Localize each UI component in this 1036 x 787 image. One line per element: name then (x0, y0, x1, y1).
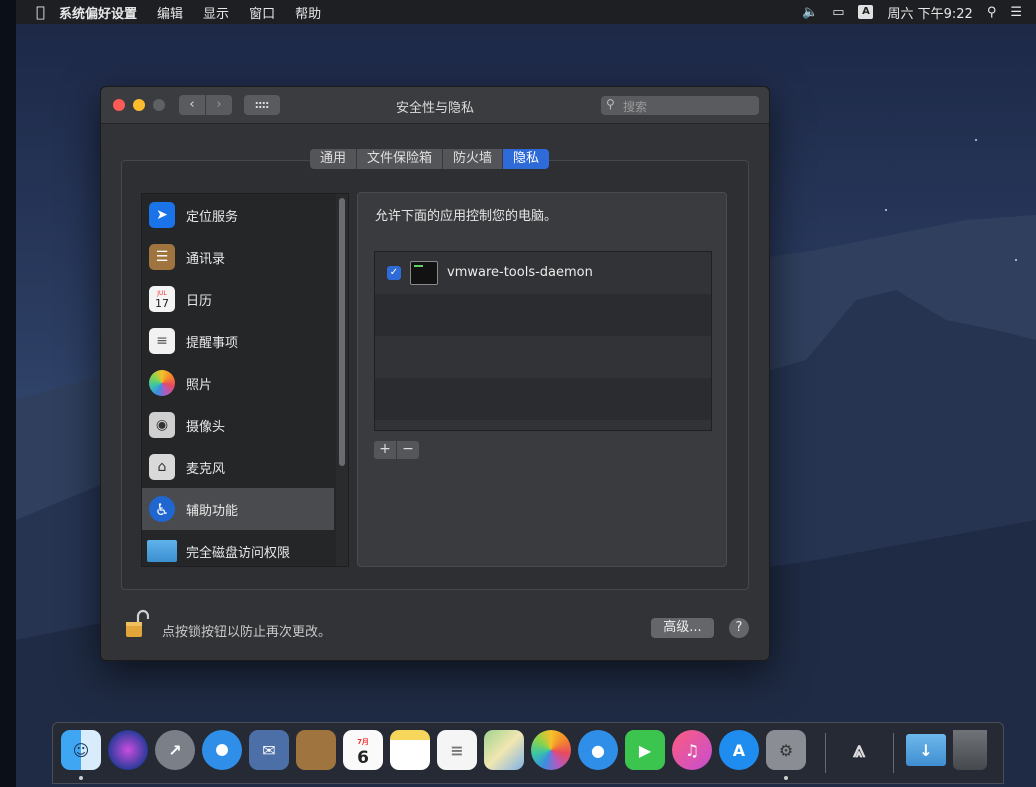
calendar-icon: JUL 17 (149, 286, 175, 312)
list-item[interactable]: ✓ vmware-tools-daemon (375, 252, 711, 294)
facetime-icon[interactable]: ▶ (625, 730, 665, 770)
menu-bar:  系统偏好设置 编辑 显示 窗口 帮助 🔈 ▭ A 周六 下午9:22 ⚲ ☰ (16, 0, 1036, 24)
photos-icon[interactable] (531, 730, 571, 770)
app-name: vmware-tools-daemon (447, 265, 593, 280)
launchpad-rocket-icon[interactable]: ↗ (155, 730, 195, 770)
menubar-clock[interactable]: 周六 下午9:22 (887, 3, 972, 22)
dock-separator (825, 733, 826, 773)
contacts-icon[interactable] (296, 730, 336, 770)
scrollbar-thumb[interactable] (339, 198, 345, 466)
camera-icon: ◉ (149, 412, 175, 438)
dock: ☺ ↗ ✉ 7月 6 ≡ ● ▶ ♫ A ⚙ ⩓ ↓ (52, 722, 1004, 784)
tab-firewall[interactable]: 防火墙 (443, 149, 504, 169)
sidebar-item-label: 麦克风 (186, 461, 226, 477)
volume-icon[interactable]: 🔈 (802, 5, 818, 20)
downloads-folder-icon[interactable]: ↓ (906, 734, 946, 766)
airplay-display-icon[interactable]: ▭ (832, 5, 844, 20)
folder-icon (147, 540, 177, 562)
menu-view[interactable]: 显示 (203, 3, 229, 22)
accessibility-pane: 允许下面的应用控制您的电脑。 ✓ vmware-tools-daemon + − (357, 192, 727, 567)
microphone-icon: ⌂ (149, 454, 175, 480)
sidebar-item-reminders[interactable]: ≡ 提醒事项 (142, 320, 334, 362)
sidebar-item-accessibility[interactable]: ♿ 辅助功能 (142, 488, 334, 530)
sidebar-item-label: 提醒事项 (186, 335, 239, 351)
sidebar-item-full-disk-access[interactable]: 完全磁盘访问权限 (142, 530, 334, 566)
sidebar-item-label: 摄像头 (186, 419, 226, 435)
accessibility-icon: ♿ (149, 496, 175, 522)
running-indicator (79, 776, 83, 780)
add-remove-control: + − (374, 441, 419, 459)
messages-icon[interactable]: ● (578, 730, 618, 770)
menu-help[interactable]: 帮助 (295, 3, 321, 22)
mail-stamp-icon[interactable]: ✉ (249, 730, 289, 770)
sidebar-scrollbar[interactable] (336, 194, 348, 566)
tab-filevault[interactable]: 文件保险箱 (357, 149, 444, 169)
pane-description: 允许下面的应用控制您的电脑。 (375, 209, 558, 224)
lock-icon[interactable] (125, 609, 149, 639)
title-bar: ‹ › 安全性与隐私 ⚲ 搜索 (101, 87, 769, 124)
search-field[interactable]: ⚲ 搜索 (601, 96, 759, 115)
menu-edit[interactable]: 编辑 (157, 3, 183, 22)
sidebar-item-location[interactable]: ➤ 定位服务 (142, 194, 334, 236)
list-row-empty (375, 420, 711, 430)
list-row-empty (375, 294, 711, 336)
help-button[interactable]: ? (729, 618, 749, 638)
reminders-icon: ≡ (149, 328, 175, 354)
menu-window[interactable]: 窗口 (249, 3, 275, 22)
finder-icon[interactable]: ☺ (61, 730, 101, 770)
remove-app-button[interactable]: − (397, 441, 419, 459)
preferences-window: ‹ › 安全性与隐私 ⚲ 搜索 通用 文件保险箱 防火墙 隐私 ➤ 定位服务 ☰… (100, 86, 770, 661)
tab-general[interactable]: 通用 (310, 149, 358, 169)
input-source-icon[interactable]: A (858, 5, 874, 19)
privacy-category-list: ➤ 定位服务 ☰ 通讯录 JUL 17 日历 ≡ 提醒事项 照片 ◉ 摄像头 ⌂ … (141, 193, 349, 567)
itunes-music-icon[interactable]: ♫ (672, 730, 712, 770)
sidebar-item-photos[interactable]: 照片 (142, 362, 334, 404)
system-preferences-gear-icon[interactable]: ⚙ (766, 730, 806, 770)
dock-separator (893, 733, 894, 773)
terminal-app-icon (410, 261, 438, 285)
sidebar-item-label: 完全磁盘访问权限 (186, 545, 291, 561)
utility-tool-icon[interactable]: ⩓ (839, 730, 879, 770)
sidebar-item-microphone[interactable]: ⌂ 麦克风 (142, 446, 334, 488)
sidebar-item-label: 辅助功能 (186, 503, 239, 519)
tab-privacy[interactable]: 隐私 (503, 149, 550, 169)
list-row-empty (375, 336, 711, 378)
sidebar-item-camera[interactable]: ◉ 摄像头 (142, 404, 334, 446)
sidebar-item-label: 通讯录 (186, 251, 226, 267)
apple-menu-icon[interactable]:  (36, 3, 45, 21)
contacts-book-icon: ☰ (149, 244, 175, 270)
photos-icon (149, 370, 175, 396)
app-checkbox[interactable]: ✓ (387, 266, 401, 280)
siri-icon[interactable] (108, 730, 148, 770)
sidebar-item-calendar[interactable]: JUL 17 日历 (142, 278, 334, 320)
notification-center-icon[interactable]: ☰ (1010, 5, 1022, 20)
list-row-empty (375, 378, 711, 420)
location-arrow-icon: ➤ (149, 202, 175, 228)
sidebar-item-label: 定位服务 (186, 209, 239, 225)
safari-compass-icon[interactable] (202, 730, 242, 770)
maps-icon[interactable] (484, 730, 524, 770)
app-list: ✓ vmware-tools-daemon (374, 251, 712, 431)
spotlight-search-icon[interactable]: ⚲ (987, 5, 997, 20)
add-app-button[interactable]: + (374, 441, 397, 459)
sidebar-item-contacts[interactable]: ☰ 通讯录 (142, 236, 334, 278)
status-area: 🔈 ▭ A 周六 下午9:22 ⚲ ☰ (802, 0, 1036, 24)
reminders-icon[interactable]: ≡ (437, 730, 477, 770)
lock-hint-text: 点按锁按钮以防止再次更改。 (162, 625, 332, 640)
search-icon: ⚲ (606, 97, 615, 111)
search-placeholder: 搜索 (623, 100, 648, 114)
menu-app-name[interactable]: 系统偏好设置 (59, 3, 137, 22)
trash-icon[interactable] (953, 730, 987, 770)
notes-icon[interactable] (390, 730, 430, 770)
tab-bar: 通用 文件保险箱 防火墙 隐私 (310, 149, 550, 169)
sidebar-item-label: 照片 (186, 377, 213, 393)
sidebar-item-label: 日历 (186, 293, 213, 309)
app-store-icon[interactable]: A (719, 730, 759, 770)
running-indicator (784, 776, 788, 780)
calendar-icon[interactable]: 7月 6 (343, 730, 383, 770)
advanced-button[interactable]: 高级... (651, 618, 714, 638)
